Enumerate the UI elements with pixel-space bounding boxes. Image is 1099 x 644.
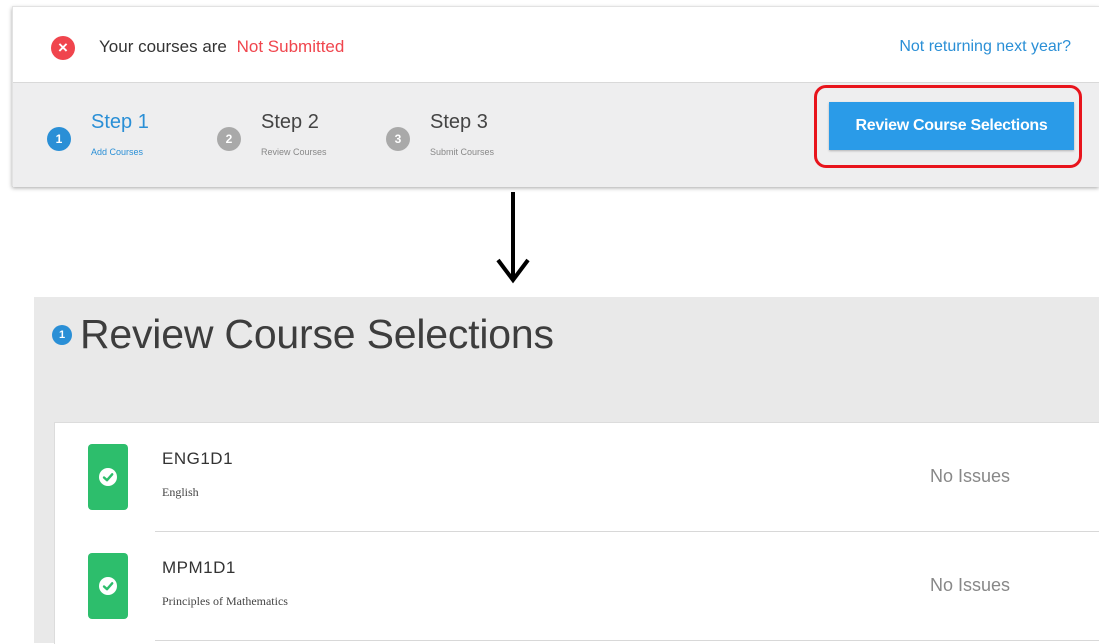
course-list: ENG1D1 English No Issues MPM1D1 Principl… <box>54 422 1099 644</box>
step-3-title: Step 3 <box>430 111 488 133</box>
down-arrow-icon <box>496 192 530 284</box>
submission-status-bar: × Your courses are Not Submitted Not ret… <box>13 7 1099 83</box>
course-name: Principles of Mathematics <box>162 594 288 608</box>
step-2-number-icon: 2 <box>217 127 241 151</box>
course-name: English <box>162 485 199 499</box>
step-2-title: Step 2 <box>261 111 319 133</box>
submission-status: Your courses are Not Submitted <box>99 37 344 57</box>
page-title: Review Course Selections <box>80 311 554 357</box>
course-row[interactable]: MPM1D1 Principles of Mathematics No Issu… <box>55 532 1099 641</box>
step-1-subtitle: Add Courses <box>91 147 144 157</box>
course-status: No Issues <box>930 575 1011 595</box>
step-2-subtitle: Review Courses <box>261 147 327 157</box>
check-icon <box>88 444 128 510</box>
check-icon <box>88 553 128 619</box>
course-code: MPM1D1 <box>162 558 236 577</box>
course-code: ENG1D1 <box>162 449 234 468</box>
review-course-selections-panel: 1 Review Course Selections ENG1D1 Englis… <box>34 297 1099 644</box>
step-3-subtitle: Submit Courses <box>430 147 495 157</box>
status-prefix: Your courses are <box>99 37 227 56</box>
review-course-selections-button[interactable]: Review Course Selections <box>829 102 1074 150</box>
error-x-icon: × <box>51 36 75 60</box>
course-status: No Issues <box>930 466 1011 486</box>
step-1-info-icon: 1 <box>52 325 72 345</box>
step-1-number-icon: 1 <box>47 127 71 151</box>
course-row[interactable]: ENG1D1 English No Issues <box>55 423 1099 532</box>
step-3-number-icon: 3 <box>386 127 410 151</box>
step-1-title: Step 1 <box>91 111 149 133</box>
status-value: Not Submitted <box>236 37 345 56</box>
not-returning-link[interactable]: Not returning next year? <box>899 38 1071 56</box>
